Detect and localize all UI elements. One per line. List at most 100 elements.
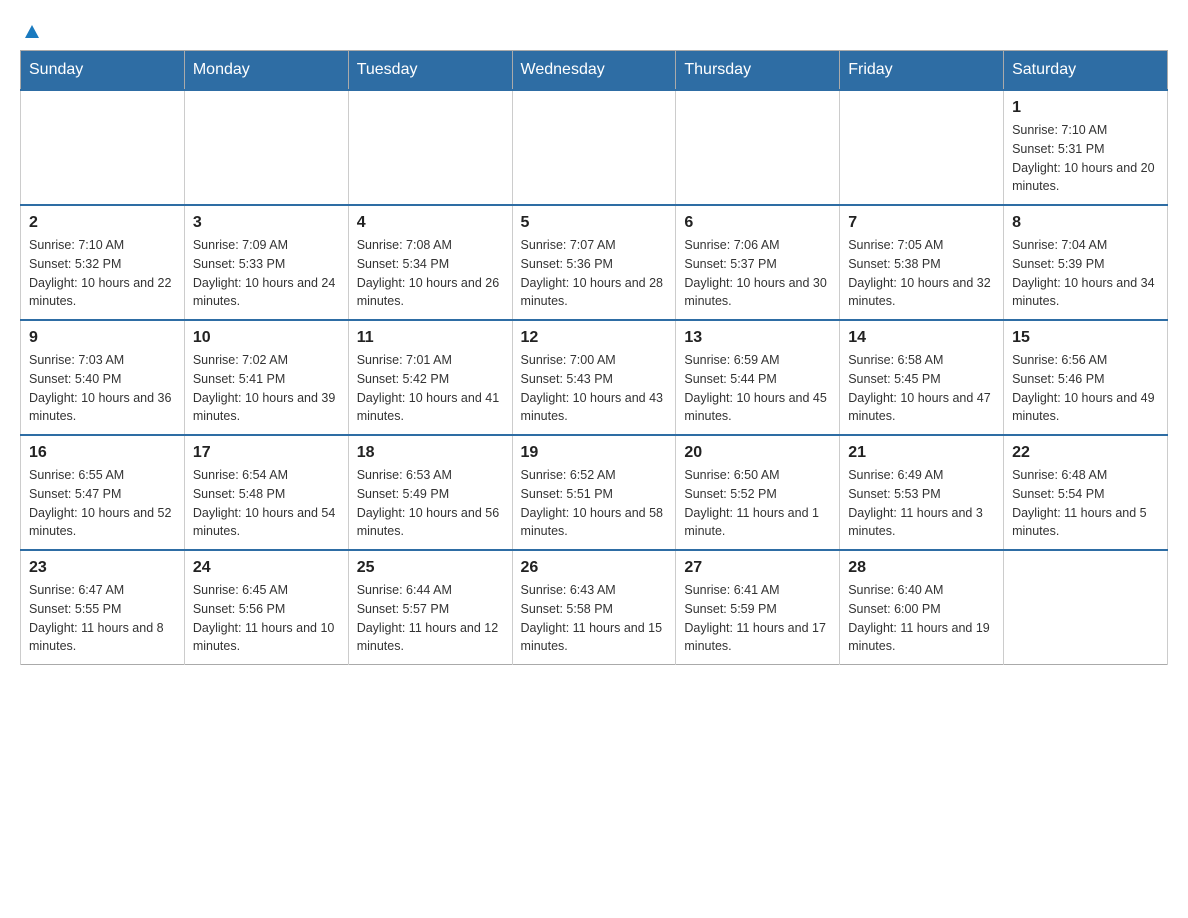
day-info: Sunrise: 6:40 AMSunset: 6:00 PMDaylight:… [848, 581, 995, 656]
calendar-cell: 25 Sunrise: 6:44 AMSunset: 5:57 PMDayligh… [348, 550, 512, 665]
calendar-cell [21, 90, 185, 205]
day-number: 21 [848, 444, 995, 462]
day-number: 4 [357, 214, 504, 232]
day-info: Sunrise: 6:58 AMSunset: 5:45 PMDaylight:… [848, 351, 995, 426]
day-info: Sunrise: 7:07 AMSunset: 5:36 PMDaylight:… [521, 236, 668, 311]
calendar-cell: 22 Sunrise: 6:48 AMSunset: 5:54 PMDayligh… [1004, 435, 1168, 550]
calendar-cell: 10 Sunrise: 7:02 AMSunset: 5:41 PMDayligh… [184, 320, 348, 435]
day-number: 19 [521, 444, 668, 462]
day-number: 13 [684, 329, 831, 347]
day-number: 6 [684, 214, 831, 232]
calendar-week-4: 16 Sunrise: 6:55 AMSunset: 5:47 PMDayligh… [21, 435, 1168, 550]
calendar-cell [348, 90, 512, 205]
calendar-cell: 28 Sunrise: 6:40 AMSunset: 6:00 PMDayligh… [840, 550, 1004, 665]
day-info: Sunrise: 7:09 AMSunset: 5:33 PMDaylight:… [193, 236, 340, 311]
day-info: Sunrise: 7:01 AMSunset: 5:42 PMDaylight:… [357, 351, 504, 426]
calendar-cell [1004, 550, 1168, 665]
day-info: Sunrise: 6:45 AMSunset: 5:56 PMDaylight:… [193, 581, 340, 656]
header-monday: Monday [184, 51, 348, 91]
calendar-cell: 21 Sunrise: 6:49 AMSunset: 5:53 PMDayligh… [840, 435, 1004, 550]
calendar-cell: 6 Sunrise: 7:06 AMSunset: 5:37 PMDaylight… [676, 205, 840, 320]
header-saturday: Saturday [1004, 51, 1168, 91]
calendar-cell: 16 Sunrise: 6:55 AMSunset: 5:47 PMDayligh… [21, 435, 185, 550]
calendar-cell: 19 Sunrise: 6:52 AMSunset: 5:51 PMDayligh… [512, 435, 676, 550]
day-info: Sunrise: 6:59 AMSunset: 5:44 PMDaylight:… [684, 351, 831, 426]
header-friday: Friday [840, 51, 1004, 91]
calendar-cell: 23 Sunrise: 6:47 AMSunset: 5:55 PMDayligh… [21, 550, 185, 665]
calendar-cell [184, 90, 348, 205]
calendar-cell: 17Sunrise: 6:54 AMSunset: 5:48 PMDayligh… [184, 435, 348, 550]
calendar-cell: 9Sunrise: 7:03 AMSunset: 5:40 PMDaylight… [21, 320, 185, 435]
day-info: Sunrise: 6:43 AMSunset: 5:58 PMDaylight:… [521, 581, 668, 656]
day-number: 2 [29, 214, 176, 232]
calendar-week-2: 2 Sunrise: 7:10 AMSunset: 5:32 PMDaylight… [21, 205, 1168, 320]
calendar-cell: 2 Sunrise: 7:10 AMSunset: 5:32 PMDaylight… [21, 205, 185, 320]
day-number: 1 [1012, 99, 1159, 117]
header-sunday: Sunday [21, 51, 185, 91]
header-thursday: Thursday [676, 51, 840, 91]
day-info: Sunrise: 6:55 AMSunset: 5:47 PMDaylight:… [29, 466, 176, 541]
calendar-cell: 3 Sunrise: 7:09 AMSunset: 5:33 PMDaylight… [184, 205, 348, 320]
calendar-cell: 7 Sunrise: 7:05 AMSunset: 5:38 PMDaylight… [840, 205, 1004, 320]
calendar-cell [676, 90, 840, 205]
calendar-cell: 14 Sunrise: 6:58 AMSunset: 5:45 PMDayligh… [840, 320, 1004, 435]
day-number: 25 [357, 559, 504, 577]
calendar-cell: 20 Sunrise: 6:50 AMSunset: 5:52 PMDayligh… [676, 435, 840, 550]
day-info: Sunrise: 6:56 AMSunset: 5:46 PMDaylight:… [1012, 351, 1159, 426]
day-number: 24 [193, 559, 340, 577]
day-number: 28 [848, 559, 995, 577]
calendar-header-row: SundayMondayTuesdayWednesdayThursdayFrid… [21, 51, 1168, 91]
day-info: Sunrise: 6:52 AMSunset: 5:51 PMDaylight:… [521, 466, 668, 541]
day-number: 27 [684, 559, 831, 577]
calendar-cell [840, 90, 1004, 205]
calendar-cell: 8 Sunrise: 7:04 AMSunset: 5:39 PMDaylight… [1004, 205, 1168, 320]
calendar-cell: 26 Sunrise: 6:43 AMSunset: 5:58 PMDayligh… [512, 550, 676, 665]
day-info: Sunrise: 6:44 AMSunset: 5:57 PMDaylight:… [357, 581, 504, 656]
day-number: 5 [521, 214, 668, 232]
calendar-cell: 4 Sunrise: 7:08 AMSunset: 5:34 PMDaylight… [348, 205, 512, 320]
day-number: 12 [521, 329, 668, 347]
header-wednesday: Wednesday [512, 51, 676, 91]
day-info: Sunrise: 7:10 AMSunset: 5:32 PMDaylight:… [29, 236, 176, 311]
calendar-week-1: 1 Sunrise: 7:10 AMSunset: 5:31 PMDaylight… [21, 90, 1168, 205]
day-info: Sunrise: 6:47 AMSunset: 5:55 PMDaylight:… [29, 581, 176, 656]
day-number: 18 [357, 444, 504, 462]
day-info: Sunrise: 7:02 AMSunset: 5:41 PMDaylight:… [193, 351, 340, 426]
day-info: Sunrise: 6:50 AMSunset: 5:52 PMDaylight:… [684, 466, 831, 541]
calendar-table: SundayMondayTuesdayWednesdayThursdayFrid… [20, 50, 1168, 665]
calendar-cell [512, 90, 676, 205]
day-info: Sunrise: 6:48 AMSunset: 5:54 PMDaylight:… [1012, 466, 1159, 541]
day-info: Sunrise: 7:08 AMSunset: 5:34 PMDaylight:… [357, 236, 504, 311]
calendar-cell: 27Sunrise: 6:41 AMSunset: 5:59 PMDayligh… [676, 550, 840, 665]
day-info: Sunrise: 7:06 AMSunset: 5:37 PMDaylight:… [684, 236, 831, 311]
day-info: Sunrise: 7:05 AMSunset: 5:38 PMDaylight:… [848, 236, 995, 311]
day-number: 9 [29, 329, 176, 347]
calendar-cell: 1 Sunrise: 7:10 AMSunset: 5:31 PMDaylight… [1004, 90, 1168, 205]
day-number: 22 [1012, 444, 1159, 462]
day-number: 14 [848, 329, 995, 347]
day-number: 10 [193, 329, 340, 347]
day-info: Sunrise: 6:49 AMSunset: 5:53 PMDaylight:… [848, 466, 995, 541]
day-number: 3 [193, 214, 340, 232]
day-number: 15 [1012, 329, 1159, 347]
day-number: 16 [29, 444, 176, 462]
day-number: 17 [193, 444, 340, 462]
header-tuesday: Tuesday [348, 51, 512, 91]
day-number: 11 [357, 329, 504, 347]
day-number: 7 [848, 214, 995, 232]
logo [20, 20, 42, 40]
calendar-week-3: 9Sunrise: 7:03 AMSunset: 5:40 PMDaylight… [21, 320, 1168, 435]
day-number: 26 [521, 559, 668, 577]
day-number: 23 [29, 559, 176, 577]
day-info: Sunrise: 7:04 AMSunset: 5:39 PMDaylight:… [1012, 236, 1159, 311]
day-number: 20 [684, 444, 831, 462]
day-number: 8 [1012, 214, 1159, 232]
day-info: Sunrise: 6:53 AMSunset: 5:49 PMDaylight:… [357, 466, 504, 541]
logo-triangle-icon [22, 20, 42, 40]
day-info: Sunrise: 7:00 AMSunset: 5:43 PMDaylight:… [521, 351, 668, 426]
calendar-cell: 11 Sunrise: 7:01 AMSunset: 5:42 PMDayligh… [348, 320, 512, 435]
calendar-cell: 12 Sunrise: 7:00 AMSunset: 5:43 PMDayligh… [512, 320, 676, 435]
calendar-cell: 15 Sunrise: 6:56 AMSunset: 5:46 PMDayligh… [1004, 320, 1168, 435]
day-info: Sunrise: 7:10 AMSunset: 5:31 PMDaylight:… [1012, 121, 1159, 196]
calendar-cell: 24 Sunrise: 6:45 AMSunset: 5:56 PMDayligh… [184, 550, 348, 665]
